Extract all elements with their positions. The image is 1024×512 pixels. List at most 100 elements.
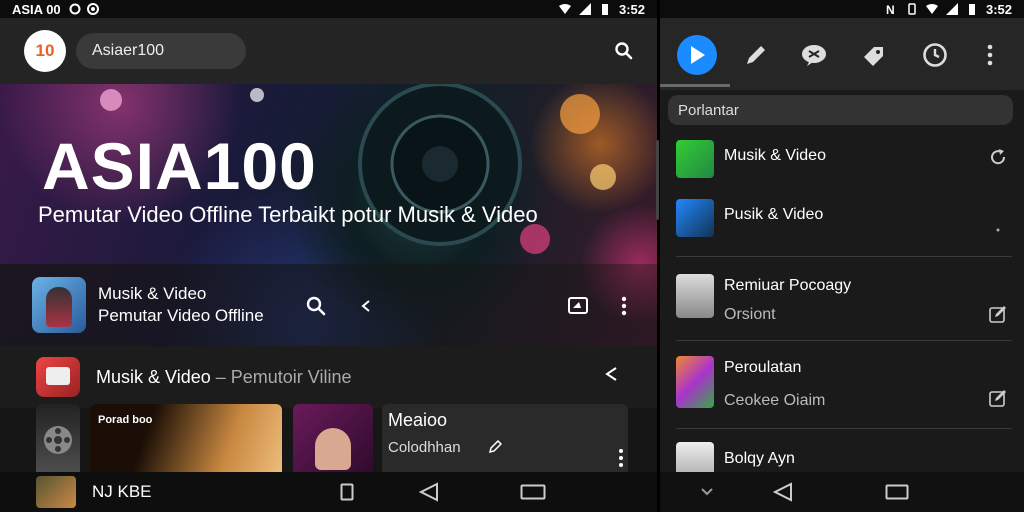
list-item[interactable]: Remiuar Pocoagy Orsiont <box>660 268 1024 332</box>
edit-button[interactable] <box>986 386 1010 410</box>
more-vertical-icon[interactable] <box>618 448 624 468</box>
more-vertical-icon <box>621 296 627 316</box>
battery-icon <box>968 4 975 15</box>
search-button[interactable] <box>609 36 639 66</box>
list-divider <box>676 340 1012 341</box>
more-options-button[interactable] <box>604 286 644 326</box>
chevron-down-icon <box>701 488 713 496</box>
recents-button[interactable] <box>332 478 362 506</box>
hero-subtitle: Pemutar Video Offline Terbaikt potur Mus… <box>38 202 538 227</box>
app-logo[interactable]: 10 <box>24 30 66 72</box>
messages-button[interactable] <box>794 35 834 75</box>
list-divider <box>676 256 1012 257</box>
now-playing-title: Musik & Video <box>98 284 207 303</box>
now-playing-bar[interactable]: Musik & Video Pemutar Video Offline <box>0 264 657 346</box>
video-card[interactable] <box>293 404 373 472</box>
edit-button[interactable] <box>736 35 776 75</box>
recents-icon <box>340 483 354 501</box>
cast-icon <box>568 297 588 314</box>
overview-button[interactable] <box>882 478 912 506</box>
video-card[interactable]: Porad boo <box>90 404 282 472</box>
item-subtitle: Ceokee Oiaim <box>724 392 826 409</box>
scrollbar[interactable] <box>656 140 659 220</box>
mini-player-thumbnail[interactable] <box>36 476 76 508</box>
film-reel-icon <box>44 426 72 454</box>
speaker-graphic <box>358 84 522 246</box>
back-nav-button[interactable] <box>768 478 798 506</box>
section-title: Musik & Video – Pemutoir Viline <box>96 367 351 388</box>
search-input[interactable]: Porlantar <box>668 95 1013 125</box>
status-bar: ASIA 00 3:52 <box>0 0 657 18</box>
item-subtitle: Orsiont <box>724 306 776 323</box>
edit-button[interactable] <box>986 302 1010 326</box>
cast-button[interactable] <box>558 286 598 326</box>
item-thumbnail <box>676 140 714 178</box>
chevron-left-icon <box>361 300 370 312</box>
svg-text:N: N <box>886 3 895 15</box>
section-thumbnail <box>36 357 80 397</box>
video-card-label: Porad boo <box>98 414 153 426</box>
item-title: Pusik & Video <box>724 206 824 223</box>
history-button[interactable] <box>915 35 955 75</box>
mini-player-label[interactable]: NJ KBE <box>92 482 152 502</box>
item-title: Bolqy Ayn <box>724 450 795 467</box>
item-title: Remiuar Pocoagy <box>724 277 852 294</box>
video-card[interactable] <box>36 404 80 472</box>
bokeh-light <box>590 164 616 190</box>
share-icon <box>605 367 617 381</box>
search-button[interactable] <box>296 286 336 326</box>
item-thumbnail <box>676 274 714 318</box>
edit-icon[interactable] <box>488 440 502 454</box>
back-nav-button[interactable] <box>414 478 444 506</box>
more-options-button[interactable] <box>970 35 1010 75</box>
edit-icon <box>989 306 1006 323</box>
section-header[interactable]: Musik & Video – Pemutoir Viline <box>0 346 657 408</box>
chat-icon <box>802 45 826 66</box>
play-icon <box>691 46 705 64</box>
clock-icon <box>923 43 947 67</box>
section-title-main: Musik & Video <box>96 366 211 387</box>
tag-button[interactable] <box>854 35 894 75</box>
refresh-button[interactable] <box>986 145 1010 169</box>
sync-icon <box>69 3 81 15</box>
status-app-name: ASIA 00 <box>12 1 61 17</box>
dot-icon <box>996 228 1000 232</box>
video-card-title: Meaioo <box>388 410 448 430</box>
item-title: Peroulatan <box>724 359 802 376</box>
active-tab-indicator <box>660 84 730 87</box>
list-item[interactable]: Peroulatan Ceokee Oiaim <box>660 352 1024 416</box>
hero-banner[interactable]: ASIA100 Pemutar Video Offline Terbaikt p… <box>0 84 657 346</box>
list-item[interactable]: Musik & Video <box>660 137 1024 181</box>
refresh-icon <box>991 149 1006 165</box>
bottom-navigation <box>660 472 1024 512</box>
overview-icon <box>520 484 546 500</box>
app-bar: 10 Asiaer100 <box>0 18 657 84</box>
list-item[interactable]: Pusik & Video <box>660 196 1024 240</box>
play-button[interactable] <box>677 35 717 75</box>
share-button[interactable] <box>601 364 627 390</box>
status-time: 3:52 <box>618 1 645 17</box>
bokeh-light <box>560 94 600 134</box>
overview-button[interactable] <box>518 478 548 506</box>
now-playing-thumbnail[interactable] <box>32 277 86 333</box>
item-menu-button[interactable] <box>986 218 1010 242</box>
back-button[interactable] <box>346 286 386 326</box>
signal-icon <box>945 3 958 15</box>
search-input[interactable]: Asiaer100 <box>76 33 246 69</box>
more-vertical-icon <box>987 44 993 66</box>
list-item[interactable]: Bolqy Ayn <box>660 438 1024 480</box>
bokeh-light <box>250 88 264 102</box>
back-triangle-icon <box>418 482 438 502</box>
search-icon <box>306 296 326 316</box>
collapse-button[interactable] <box>692 478 722 506</box>
item-thumbnail <box>676 199 714 237</box>
back-triangle-icon <box>772 482 792 502</box>
now-playing-subtitle: Pemutar Video Offline <box>98 306 264 325</box>
pencil-icon <box>747 46 765 64</box>
video-card-info[interactable]: Meaioo Colodhhan <box>382 404 628 472</box>
nfc-icon: N <box>886 3 895 15</box>
hero-title: ASIA100 <box>42 129 317 203</box>
right-screen: N 3:52 Porlantar Musik & Video Pusik & V… <box>660 0 1024 512</box>
search-icon <box>615 42 633 60</box>
wifi-icon <box>925 4 938 14</box>
